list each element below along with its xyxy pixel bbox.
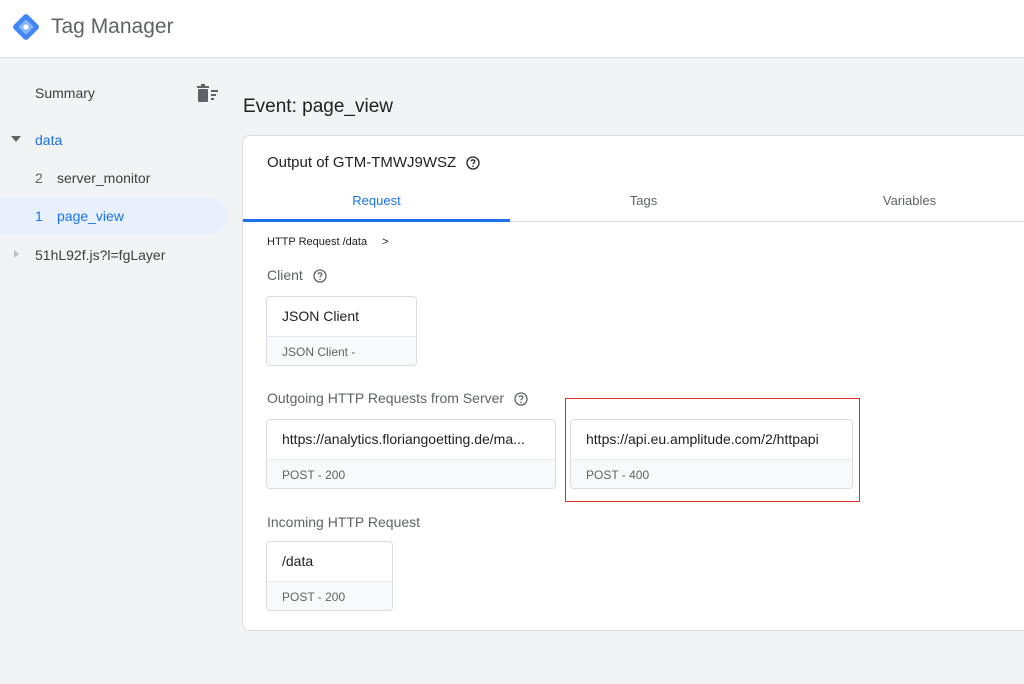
- help-icon[interactable]: [514, 392, 528, 406]
- incoming-status: POST - 200: [267, 581, 392, 610]
- tab-request[interactable]: Request: [243, 184, 510, 222]
- request-status: POST - 200: [267, 459, 555, 488]
- top-app-bar: Tag Manager: [0, 0, 1024, 58]
- request-url: https://analytics.floriangoetting.de/ma.…: [282, 431, 525, 447]
- outgoing-section-label: Outgoing HTTP Requests from Server: [267, 390, 528, 406]
- output-panel: Output of GTM-TMWJ9WSZ Request Tags Vari…: [242, 135, 1024, 631]
- help-icon[interactable]: [466, 156, 481, 170]
- sidebar-item-script[interactable]: 51hL92f.js?l=fgLayer: [0, 236, 228, 274]
- output-title: Output of GTM-TMWJ9WSZ: [267, 154, 457, 171]
- error-highlight-box: [565, 398, 860, 502]
- incoming-request-card[interactable]: /data POST - 200: [266, 541, 393, 611]
- output-tabs: Request Tags Variables: [243, 184, 1024, 222]
- gtm-logo-icon[interactable]: [11, 12, 41, 42]
- event-title: Event: page_view: [243, 96, 393, 117]
- app-title: Tag Manager: [51, 15, 174, 38]
- sidebar-summary[interactable]: Summary: [35, 85, 95, 101]
- tab-variables[interactable]: Variables: [776, 184, 1024, 221]
- output-title-row: Output of GTM-TMWJ9WSZ: [267, 154, 481, 171]
- sidebar-item-label: data: [35, 132, 63, 148]
- event-number: 2: [35, 170, 43, 186]
- incoming-section-label: Incoming HTTP Request: [267, 514, 421, 530]
- breadcrumb-separator: >: [382, 236, 389, 248]
- sidebar-item-label: server_monitor: [57, 170, 151, 186]
- sidebar-item-data[interactable]: data: [0, 121, 228, 159]
- sidebar-item-server-monitor[interactable]: 2 server_monitor: [0, 159, 228, 197]
- breadcrumb: HTTP Request /data >: [267, 236, 389, 248]
- help-icon[interactable]: [313, 269, 327, 283]
- tab-tags[interactable]: Tags: [510, 184, 777, 221]
- sidebar-item-page-view[interactable]: 1 page_view: [0, 197, 228, 235]
- client-name: JSON Client: [282, 308, 360, 324]
- sidebar-item-label: 51hL92f.js?l=fgLayer: [35, 247, 166, 263]
- caret-right-icon: [14, 250, 19, 258]
- sidebar-item-label: page_view: [57, 208, 124, 224]
- delete-sweep-icon[interactable]: [196, 84, 220, 104]
- client-label: Client: [267, 267, 303, 283]
- client-section-label: Client: [267, 267, 327, 283]
- caret-down-icon: [11, 136, 21, 142]
- outgoing-request-card[interactable]: https://analytics.floriangoetting.de/ma.…: [266, 419, 556, 489]
- sidebar: Summary data 2 server_monitor 1 page_vie…: [0, 58, 234, 684]
- incoming-path: /data: [282, 553, 314, 569]
- outgoing-label: Outgoing HTTP Requests from Server: [267, 390, 505, 406]
- client-status: JSON Client - Claimed: [267, 336, 416, 365]
- event-number: 1: [35, 208, 43, 224]
- client-card[interactable]: JSON Client JSON Client - Claimed: [266, 296, 417, 366]
- breadcrumb-item[interactable]: HTTP Request /data: [267, 236, 367, 248]
